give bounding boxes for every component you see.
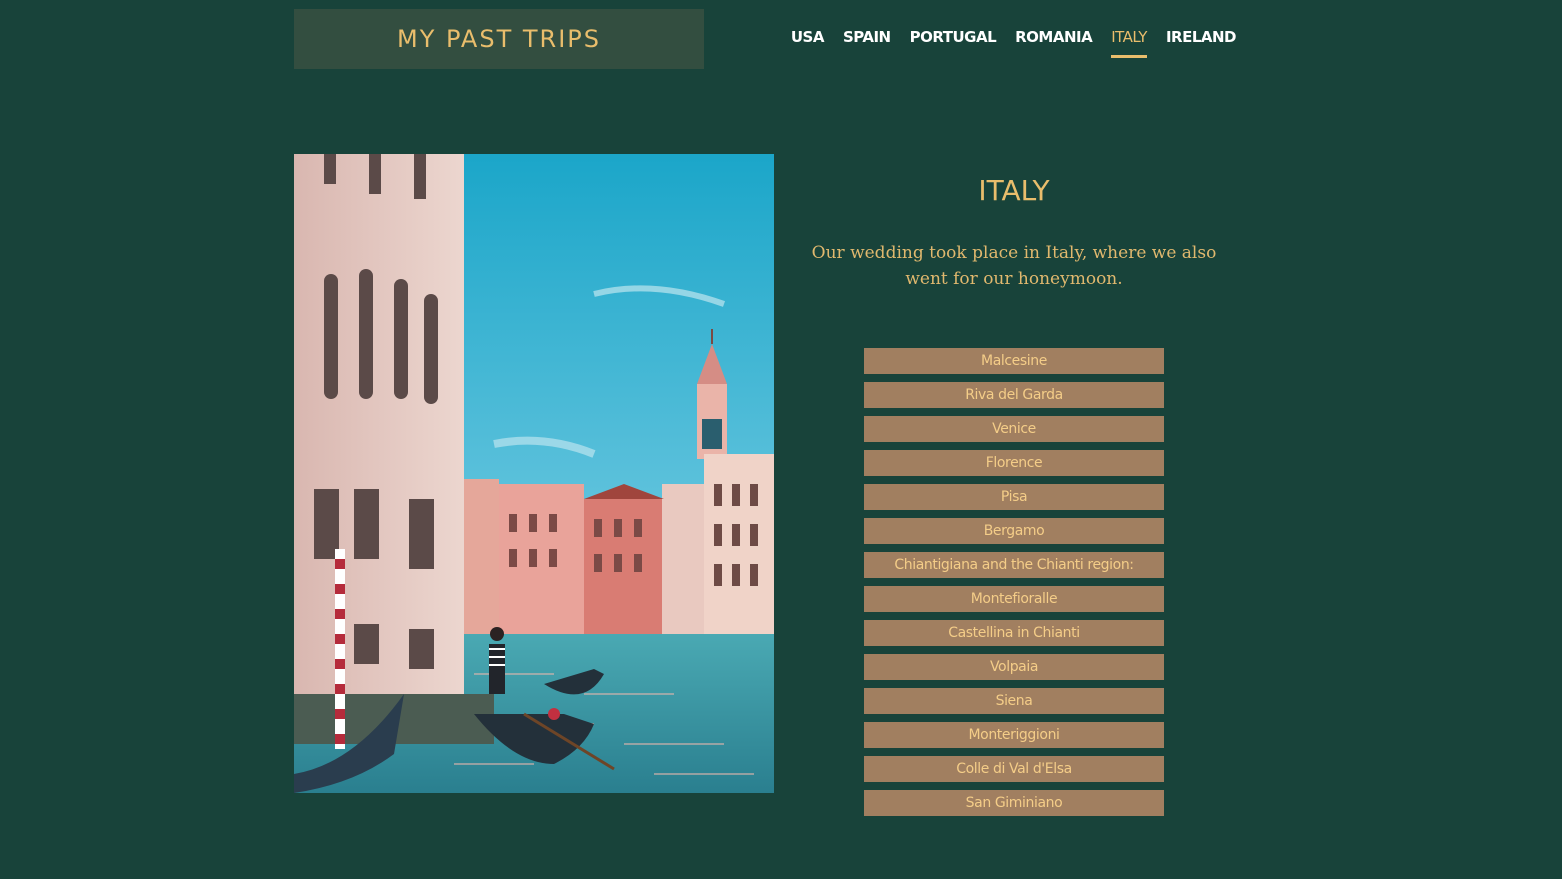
place-item[interactable]: Colle di Val d'Elsa xyxy=(864,756,1164,782)
nav-spain[interactable]: SPAIN xyxy=(843,28,891,58)
page: MY PAST TRIPS USA SPAIN PORTUGAL ROMANIA… xyxy=(0,0,1562,879)
nav-italy[interactable]: ITALY xyxy=(1111,28,1147,58)
nav-usa[interactable]: USA xyxy=(791,28,825,58)
place-item[interactable]: Venice xyxy=(864,416,1164,442)
trip-description: Our wedding took place in Italy, where w… xyxy=(811,243,1217,289)
nav-portugal[interactable]: PORTUGAL xyxy=(910,28,997,58)
place-item[interactable]: Florence xyxy=(864,450,1164,476)
place-item[interactable]: Monteriggioni xyxy=(864,722,1164,748)
place-item[interactable]: Siena xyxy=(864,688,1164,714)
place-item[interactable]: Malcesine xyxy=(864,348,1164,374)
place-item[interactable]: Pisa xyxy=(864,484,1164,510)
place-item[interactable]: Chiantigiana and the Chianti region: xyxy=(864,552,1164,578)
places-list: Malcesine Riva del Garda Venice Florence… xyxy=(864,348,1164,824)
nav-romania[interactable]: ROMANIA xyxy=(1015,28,1093,58)
venice-photo xyxy=(294,154,774,793)
place-item[interactable]: San Giminiano xyxy=(864,790,1164,816)
page-title: ITALY xyxy=(978,174,1050,207)
place-item[interactable]: Riva del Garda xyxy=(864,382,1164,408)
place-item[interactable]: Bergamo xyxy=(864,518,1164,544)
place-item[interactable]: Volpaia xyxy=(864,654,1164,680)
site-title: MY PAST TRIPS xyxy=(397,25,601,53)
nav-ireland[interactable]: IRELAND xyxy=(1166,28,1237,58)
place-item[interactable]: Montefioralle xyxy=(864,586,1164,612)
main-nav: USA SPAIN PORTUGAL ROMANIA ITALY IRELAND xyxy=(791,28,1237,58)
site-logo[interactable]: MY PAST TRIPS xyxy=(294,9,704,69)
place-item[interactable]: Castellina in Chianti xyxy=(864,620,1164,646)
